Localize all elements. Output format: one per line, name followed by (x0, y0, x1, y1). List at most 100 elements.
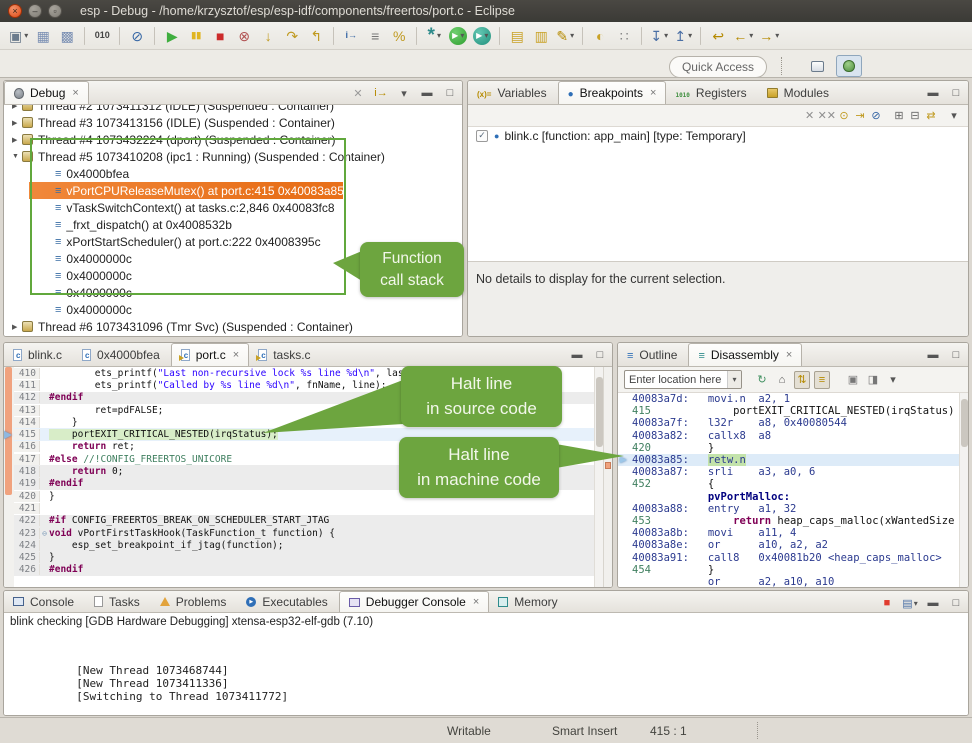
expander-icon[interactable]: ▶ (12, 119, 22, 127)
line-number[interactable]: 420 (14, 491, 40, 502)
sync-active-context-icon[interactable]: ⇅ (794, 371, 810, 389)
tab-outline[interactable]: Outline (618, 343, 688, 366)
step-return-icon[interactable]: ↰ ▾ (305, 25, 327, 47)
step-into-icon[interactable]: ↓ ▾ (257, 25, 279, 47)
skip-all-breakpoints-icon[interactable]: ⊘ (868, 107, 884, 125)
tab-modules[interactable]: Modules (758, 81, 840, 104)
line-number[interactable]: 410 (14, 368, 40, 379)
expander-icon[interactable]: ▶ (12, 323, 22, 331)
run-icon[interactable]: ▶ ▾ (449, 27, 467, 45)
tab-0x4000bfea[interactable]: 0x4000bfea (73, 343, 171, 366)
maximize-icon[interactable]: □ (442, 84, 458, 102)
stack-frame-row[interactable]: ≡ _frxt_dispatch() at 0x4008532b (4, 216, 462, 233)
maximize-icon[interactable]: □ (948, 346, 964, 364)
chevron-down-icon[interactable]: ▾ (727, 371, 741, 388)
line-number[interactable]: 411 (14, 380, 40, 391)
disassembly-line[interactable]: 40083a87: srli a3, a0, 6 (618, 466, 959, 478)
instruction-stepping-icon[interactable]: i→ ▾ (340, 25, 362, 47)
quick-access-button[interactable]: Quick Access (669, 56, 767, 78)
scrollbar-thumb[interactable] (596, 377, 603, 447)
stack-frame-row[interactable]: ≡ 0x4000bfea (4, 165, 462, 182)
fold-icon[interactable]: ⊖ (40, 529, 49, 538)
line-number[interactable]: 413 (14, 405, 40, 416)
minimize-icon[interactable]: ▬ (419, 84, 435, 102)
line-number[interactable]: 416 (14, 441, 40, 452)
disconnect-icon[interactable]: ⊗ ▾ (233, 25, 255, 47)
console-output[interactable]: [New Thread 1073468744] [New Thread 1073… (4, 630, 968, 715)
resume-icon[interactable]: ▶ ▾ (161, 25, 183, 47)
tab-debugger-console[interactable]: Debugger Console × (339, 591, 490, 612)
expander-icon[interactable]: ▶ (12, 105, 22, 110)
disassembly-line[interactable]: 40083a8e: or a10, a2, a2 (618, 539, 959, 551)
view-menu-icon[interactable]: ▾ (885, 371, 901, 389)
line-number[interactable]: 417 (14, 454, 40, 465)
tab-problems[interactable]: Problems (151, 591, 238, 612)
back-icon[interactable]: ← ▾ (731, 25, 755, 47)
disassembly-line[interactable]: 40083a85: retw.n (618, 454, 959, 466)
save-icon[interactable]: ▦ ▾ (32, 25, 54, 47)
tab-console[interactable]: Console (4, 591, 85, 612)
close-icon[interactable]: × (786, 349, 792, 361)
code-line[interactable]: 425 } (14, 551, 594, 563)
last-edit-location-icon[interactable]: ↩ ▾ (707, 25, 729, 47)
code-line[interactable]: 421 (14, 502, 594, 514)
disassembly-listing[interactable]: 40083a7d: movi.n a2, 1 415 portEXIT_CRIT… (618, 393, 959, 587)
stack-frame-row[interactable]: ≡ 0x4000000c (4, 301, 462, 318)
tab-breakpoints[interactable]: Breakpoints × (558, 81, 667, 104)
line-number[interactable]: 415 (14, 429, 40, 440)
line-number[interactable]: 423 (14, 528, 40, 539)
terminate-icon[interactable]: ■ ▾ (209, 25, 231, 47)
line-number[interactable]: 424 (14, 540, 40, 551)
breakpoint-row[interactable]: ✓ ● blink.c [function: app_main] [type: … (468, 127, 968, 144)
view-menu-icon[interactable]: ▾ (396, 84, 412, 102)
step-over-icon[interactable]: ↷ ▾ (281, 25, 303, 47)
tab-variables[interactable]: Variables (468, 81, 558, 104)
maximize-icon[interactable]: □ ▾ (948, 594, 964, 612)
thread-row[interactable]: ▶ Thread #6 1073431096 (Tmr Svc) (Suspen… (4, 318, 462, 335)
disassembly-line[interactable]: 453 return heap_caps_malloc(xWantedSize (618, 515, 959, 527)
scrollbar-thumb[interactable] (961, 399, 968, 447)
location-combo[interactable]: Enter location here ▾ (624, 370, 742, 389)
open-resource-icon[interactable]: ▥ ▾ (530, 25, 552, 47)
close-icon[interactable]: × (72, 87, 78, 99)
home-icon[interactable]: ⌂ (774, 371, 790, 389)
remove-breakpoint-icon[interactable]: ✕ (802, 107, 818, 125)
disassembly-line[interactable]: 420 } (618, 442, 959, 454)
tab-executables[interactable]: Executables (237, 591, 338, 612)
forward-icon[interactable]: → ▾ (757, 25, 781, 47)
disassembly-line[interactable]: 454 } (618, 564, 959, 576)
tab-port-c[interactable]: port.c × (171, 343, 249, 366)
line-number[interactable]: 412 (14, 392, 40, 403)
search-icon[interactable]: ◐ ▾ (589, 25, 611, 47)
window-maximize-button[interactable]: ▫ (48, 4, 62, 18)
terminate-icon[interactable]: ■ ▾ (879, 594, 895, 612)
minimize-icon[interactable]: ▬ (925, 346, 941, 364)
line-number[interactable]: 422 (14, 515, 40, 526)
new-disassembly-view-icon[interactable]: ▣ (845, 371, 861, 389)
tab-tasks[interactable]: Tasks (85, 591, 151, 612)
code-line[interactable]: 422 #if CONFIG_FREERTOS_BREAK_ON_SCHEDUL… (14, 515, 594, 527)
breakpoint-checkbox[interactable]: ✓ (476, 130, 488, 142)
tab-blink-c[interactable]: blink.c (4, 343, 73, 366)
save-all-icon[interactable]: ▩ ▾ (56, 25, 78, 47)
disassembly-line[interactable]: 40083a82: callx8 a8 (618, 430, 959, 442)
thread-row[interactable]: ▶ Thread #3 1073413156 (IDLE) (Suspended… (4, 114, 462, 131)
code-line[interactable]: 423 ⊖ void vPortFirstTaskHook(TaskFuncti… (14, 527, 594, 539)
disassembly-line[interactable]: or a2, a10, a10 (618, 576, 959, 587)
line-number[interactable]: 419 (14, 478, 40, 489)
stack-frame-row-selected[interactable]: ≡ vPortCPUReleaseMutex() at port.c:415 0… (4, 182, 462, 199)
cpp-perspective-button[interactable] (804, 55, 830, 77)
close-icon[interactable]: × (473, 596, 479, 608)
remove-all-breakpoints-icon[interactable]: ✕✕ (818, 107, 836, 125)
overview-annotation-mark[interactable] (605, 462, 611, 469)
debug-perspective-button[interactable] (836, 55, 862, 77)
disassembly-line[interactable]: 40083a8b: movi a11, 4 (618, 527, 959, 539)
binary-icon[interactable]: 010 ▾ (91, 25, 113, 47)
tab-memory[interactable]: Memory (489, 591, 568, 612)
line-number[interactable]: 421 (14, 503, 40, 514)
disassembly-line[interactable]: 452 { (618, 478, 959, 490)
disassembly-vertical-scrollbar[interactable] (959, 393, 968, 587)
close-icon[interactable]: × (650, 87, 656, 99)
expander-icon[interactable]: ▼ (12, 153, 22, 160)
open-type-icon[interactable]: ▤ ▾ (506, 25, 528, 47)
